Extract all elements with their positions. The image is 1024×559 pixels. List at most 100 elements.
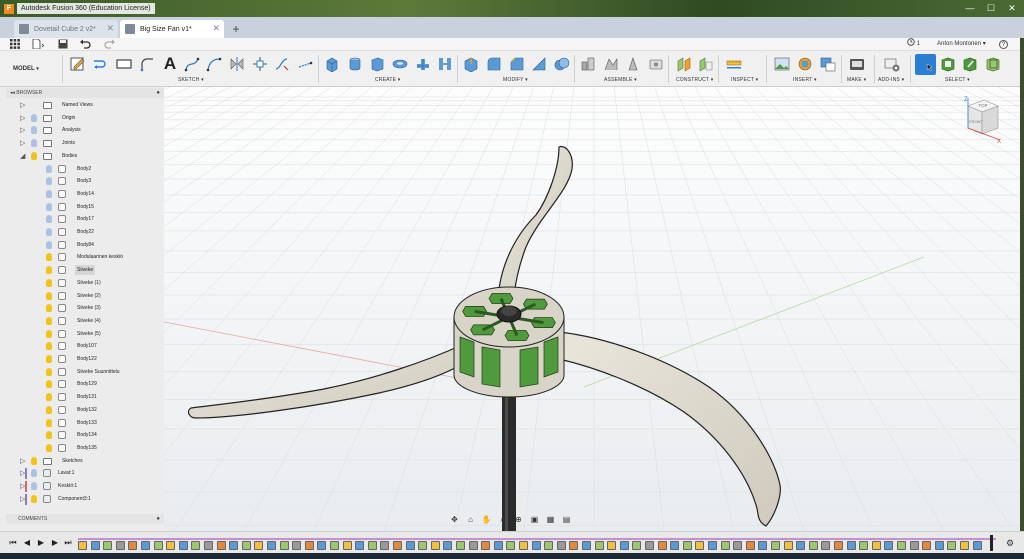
undo-icon[interactable] xyxy=(79,39,93,50)
user-account-menu[interactable]: Anton Montonen ▾ xyxy=(937,38,986,51)
display-settings-icon[interactable]: ▣ xyxy=(529,514,540,525)
tab-dovetail-cube[interactable]: Dovetail Cube 2 v2* ✕ xyxy=(14,20,118,38)
make-group-label[interactable]: MAKE ▾ xyxy=(847,77,866,83)
select-through-icon[interactable] xyxy=(985,56,1001,72)
model-canvas[interactable] xyxy=(0,0,1024,532)
conic-tool-icon[interactable] xyxy=(206,56,222,72)
box-icon[interactable] xyxy=(369,56,385,72)
browser-node[interactable]: Body17 xyxy=(6,214,164,226)
timeline-feature-icon[interactable] xyxy=(871,541,881,550)
3d-print-icon[interactable] xyxy=(849,56,865,72)
pin-icon[interactable]: ● xyxy=(156,514,160,524)
workspace-switcher[interactable]: MODEL ▾ xyxy=(10,62,54,76)
timeline-feature-icon[interactable] xyxy=(531,541,541,550)
timeline-feature-icon[interactable] xyxy=(796,541,806,550)
browser-header[interactable]: ◂◂ BROWSER ● xyxy=(6,88,164,98)
timeline-previous-button[interactable]: ◀ xyxy=(22,537,32,549)
viewports-icon[interactable]: ▤ xyxy=(561,514,572,525)
create-group-label[interactable]: CREATE ▾ xyxy=(375,77,400,83)
help-icon[interactable]: ? xyxy=(999,40,1008,49)
insert-group-label[interactable]: INSERT ▾ xyxy=(793,77,817,83)
browser-node[interactable]: Body107 xyxy=(6,341,164,353)
timeline-feature-icon[interactable] xyxy=(859,541,869,550)
browser-node[interactable]: Body122 xyxy=(6,354,164,366)
visibility-bulb-icon[interactable] xyxy=(46,266,52,275)
browser-node[interactable]: Body2 xyxy=(6,164,164,176)
timeline-feature-icon[interactable] xyxy=(128,541,138,550)
pan-icon[interactable]: ✋ xyxy=(481,514,492,525)
timeline-feature-icon[interactable] xyxy=(556,541,566,550)
timeline-feature-icon[interactable] xyxy=(720,541,730,550)
viewcube-top-label[interactable]: TOP xyxy=(978,103,987,108)
browser-node[interactable]: ▷ Keskiö:1 xyxy=(6,481,164,493)
expand-arrow-icon[interactable]: ▷ xyxy=(20,114,25,124)
visibility-bulb-icon[interactable] xyxy=(46,431,52,440)
add-ins-group-label[interactable]: ADD-INS ▾ xyxy=(878,77,904,83)
timeline-feature-icon[interactable] xyxy=(241,541,251,550)
visibility-bulb-icon[interactable] xyxy=(46,342,52,351)
timeline-feature-icon[interactable] xyxy=(594,541,604,550)
visibility-bulb-icon[interactable] xyxy=(31,113,37,122)
browser-node[interactable]: Siiveke (4) xyxy=(6,316,164,328)
timeline-feature-icon[interactable] xyxy=(682,541,692,550)
data-panel-grid-icon[interactable] xyxy=(8,39,22,50)
visibility-bulb-icon[interactable] xyxy=(46,329,52,338)
redo-icon[interactable] xyxy=(102,39,116,50)
new-component-icon[interactable] xyxy=(580,56,596,72)
timeline-feature-icon[interactable] xyxy=(960,541,969,550)
maximize-button[interactable]: ☐ xyxy=(984,2,998,14)
insert-svg-icon[interactable] xyxy=(820,56,836,72)
timeline-feature-icon[interactable] xyxy=(544,541,554,550)
browser-node[interactable]: ▷ Joints xyxy=(6,138,164,150)
visibility-bulb-icon[interactable] xyxy=(46,202,52,211)
plane-at-angle-icon[interactable] xyxy=(698,56,714,72)
timeline-feature-icon[interactable] xyxy=(481,541,491,550)
timeline-feature-icon[interactable] xyxy=(78,541,87,550)
pipe-icon[interactable] xyxy=(415,56,431,72)
timeline-feature-icon[interactable] xyxy=(443,541,453,550)
collapse-arrow-icon[interactable]: ◢ xyxy=(20,152,25,162)
line-tool-icon[interactable] xyxy=(93,56,109,72)
timeline-feature-icon[interactable] xyxy=(771,541,780,550)
timeline-feature-icon[interactable] xyxy=(468,541,478,550)
browser-node[interactable]: Siiveke Suunnittelu xyxy=(6,367,164,379)
chamfer-icon[interactable] xyxy=(509,56,525,72)
measure-icon[interactable] xyxy=(726,56,742,72)
timeline-feature-icon[interactable] xyxy=(254,541,264,550)
timeline-feature-icon[interactable] xyxy=(330,541,339,550)
visibility-bulb-icon[interactable] xyxy=(31,494,37,503)
modify-group-label[interactable]: MODIFY ▾ xyxy=(503,77,528,83)
timeline-feature-icon[interactable] xyxy=(519,541,528,550)
browser-node[interactable]: Body134 xyxy=(6,430,164,442)
zoom-icon[interactable]: ⌕ xyxy=(497,514,508,525)
timeline-feature-icon[interactable] xyxy=(229,541,239,550)
browser-node[interactable]: Body131 xyxy=(6,392,164,404)
trim-tool-icon[interactable] xyxy=(274,56,290,72)
shell-icon[interactable] xyxy=(531,56,547,72)
timeline-feature-icon[interactable] xyxy=(405,541,415,550)
timeline-feature-icon[interactable] xyxy=(456,541,465,550)
browser-node[interactable]: ▷ Named Views xyxy=(6,100,164,112)
timeline-feature-icon[interactable] xyxy=(204,541,213,550)
save-icon[interactable] xyxy=(56,39,70,50)
visibility-bulb-icon[interactable] xyxy=(46,405,52,414)
job-status-icon[interactable]: 1 xyxy=(907,38,920,51)
visibility-bulb-icon[interactable] xyxy=(46,316,52,325)
timeline-marker[interactable] xyxy=(990,535,993,551)
fan-hub[interactable] xyxy=(453,286,565,398)
visibility-bulb-icon[interactable] xyxy=(46,418,52,427)
browser-node[interactable]: Siiveke (5) xyxy=(6,329,164,341)
visibility-bulb-icon[interactable] xyxy=(46,355,52,363)
visibility-bulb-icon[interactable] xyxy=(31,126,37,135)
browser-node[interactable]: ▷ Sketches xyxy=(6,456,164,468)
close-window-button[interactable]: ✕ xyxy=(1005,2,1019,14)
insert-image-icon[interactable] xyxy=(774,56,790,72)
select-group-label[interactable]: SELECT ▾ xyxy=(945,77,970,83)
assemble-group-label[interactable]: ASSEMBLE ▾ xyxy=(604,77,637,83)
browser-node[interactable]: Body135 xyxy=(6,443,164,455)
visibility-bulb-icon[interactable] xyxy=(46,291,52,300)
canvas-viewport[interactable] xyxy=(0,0,1024,532)
visibility-bulb-icon[interactable] xyxy=(46,240,52,249)
browser-node[interactable]: Siiveke xyxy=(6,265,164,277)
timeline-last-button[interactable]: ⏭ xyxy=(63,537,73,549)
